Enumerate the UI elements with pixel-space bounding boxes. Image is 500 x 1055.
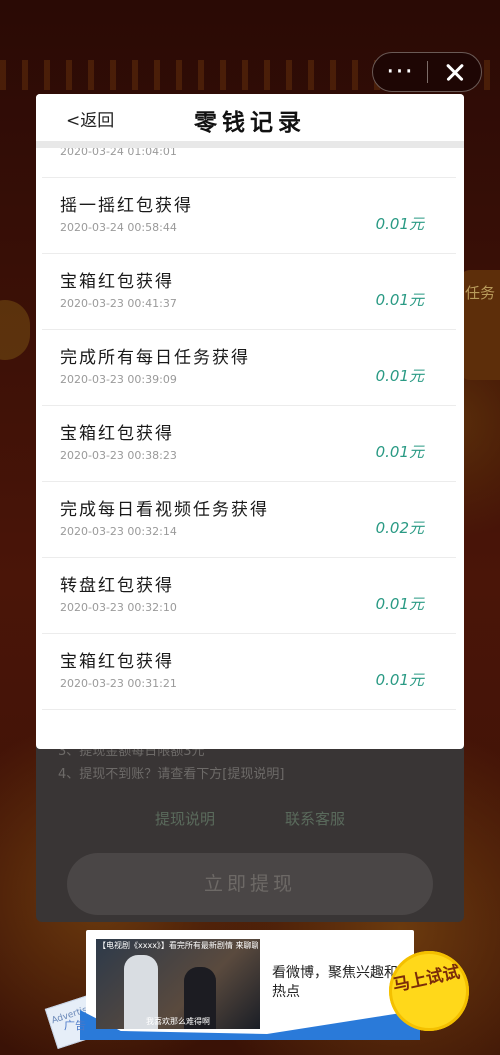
ad-text: 看微博，聚焦兴趣和热点 xyxy=(272,965,398,1000)
record-name: 转盘红包获得 xyxy=(60,576,174,596)
rule-text: 4、提现不到账？请查看下方[提现说明] xyxy=(58,767,285,782)
row-divider xyxy=(42,709,456,710)
records-list[interactable]: 2020-03-24 01:04:01 摇一摇红包获得 2020-03-24 00:… xyxy=(36,148,464,719)
row-divider xyxy=(42,405,456,406)
record-name: 摇一摇红包获得 xyxy=(60,196,193,216)
record-row: 宝箱红包获得 2020-03-23 00:38:23 0.01元 xyxy=(36,407,464,482)
record-name: 宝箱红包获得 xyxy=(60,424,174,444)
record-row: 宝箱红包获得 2020-03-23 00:41:37 0.01元 xyxy=(36,255,464,330)
record-name: 完成所有每日任务获得 xyxy=(60,348,250,368)
contact-support-link[interactable]: 联系客服 xyxy=(285,808,345,829)
row-divider xyxy=(42,253,456,254)
record-time: 2020-03-23 00:32:14 xyxy=(60,525,177,538)
header-divider xyxy=(36,141,464,148)
ad-video-caption: 【电视剧《xxxx》】看完所有最新剧情 来聊聊追剧心得吧 xyxy=(98,941,258,950)
record-row: 2020-03-24 01:04:01 xyxy=(36,148,464,178)
record-row: 宝箱红包获得 2020-03-23 00:31:21 0.01元 xyxy=(36,635,464,710)
record-time: 2020-03-23 00:31:21 xyxy=(60,677,177,690)
record-row: 完成所有每日任务获得 2020-03-23 00:39:09 0.01元 xyxy=(36,331,464,406)
modal-header: <返回 零钱记录 xyxy=(36,94,464,142)
record-time: 2020-03-23 00:32:10 xyxy=(60,601,177,614)
more-icon[interactable]: ··· xyxy=(373,53,427,91)
record-row: 完成每日看视频任务获得 2020-03-23 00:32:14 0.02元 xyxy=(36,483,464,558)
record-amount: 0.01元 xyxy=(375,443,424,461)
record-name: 宝箱红包获得 xyxy=(60,652,174,672)
record-row: 转盘红包获得 2020-03-23 00:32:10 0.01元 xyxy=(36,559,464,634)
record-time: 2020-03-23 00:39:09 xyxy=(60,373,177,386)
record-time: 2020-03-23 00:38:23 xyxy=(60,449,177,462)
row-divider xyxy=(42,557,456,558)
withdraw-help-link[interactable]: 提现说明 xyxy=(155,808,215,829)
record-time: 2020-03-24 00:58:44 xyxy=(60,221,177,234)
row-divider xyxy=(42,329,456,330)
row-divider xyxy=(42,633,456,634)
record-amount: 0.01元 xyxy=(375,367,424,385)
ad-video-thumbnail[interactable]: 【电视剧《xxxx》】看完所有最新剧情 来聊聊追剧心得吧 我喜欢那么难得啊 xyxy=(96,939,260,1029)
record-time: 2020-03-24 01:04:01 xyxy=(60,148,177,158)
record-amount: 0.02元 xyxy=(375,519,424,537)
row-divider xyxy=(42,481,456,482)
help-links: 提现说明 联系客服 xyxy=(36,808,464,829)
record-name: 完成每日看视频任务获得 xyxy=(60,500,269,520)
change-records-modal: <返回 零钱记录 2020-03-24 01:04:01 摇一摇红包获得 2020-… xyxy=(36,94,464,749)
withdraw-button[interactable]: 立即提现 xyxy=(67,853,433,915)
side-tab-label: 任务 xyxy=(464,284,495,302)
record-amount: 0.01元 xyxy=(375,671,424,689)
ad-video-subtitle: 我喜欢那么难得啊 xyxy=(146,1017,210,1026)
miniapp-capsule: ··· xyxy=(372,52,482,92)
record-amount: 0.01元 xyxy=(375,595,424,613)
record-amount: 0.01元 xyxy=(375,291,424,309)
record-row: 摇一摇红包获得 2020-03-24 00:58:44 0.01元 xyxy=(36,179,464,254)
record-amount: 0.01元 xyxy=(375,215,424,233)
record-name: 宝箱红包获得 xyxy=(60,272,174,292)
record-time: 2020-03-23 00:41:37 xyxy=(60,297,177,310)
modal-title: 零钱记录 xyxy=(194,110,306,136)
side-tab-task[interactable]: 任务 xyxy=(460,270,500,380)
close-icon[interactable] xyxy=(428,53,481,91)
ad-label: 广告 xyxy=(64,1019,86,1032)
row-divider xyxy=(42,177,456,178)
